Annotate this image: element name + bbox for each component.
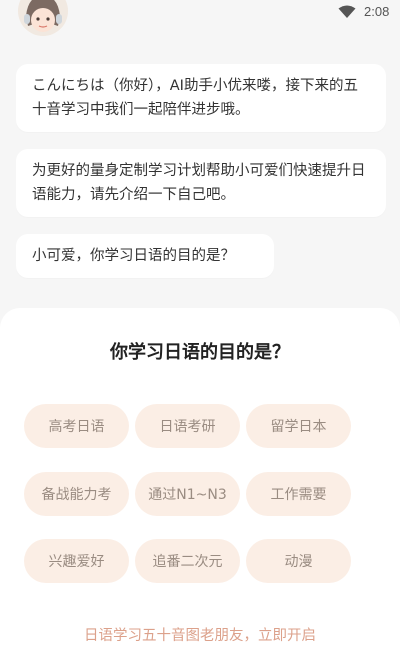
start-now-link[interactable]: 日语学习五十音图老朋友，立即开启 [0,624,400,645]
option-pass-n1-n3[interactable]: 通过N1~N3 [135,472,240,516]
option-anime[interactable]: 动漫 [246,539,351,583]
chat-message: 为更好的量身定制学习计划帮助小可爱们快速提升日语能力，请先介绍一下自己吧。 [16,149,386,217]
avatar-illustration-icon [18,0,68,36]
option-study-abroad[interactable]: 留学日本 [246,404,351,448]
option-gaokao[interactable]: 高考日语 [24,404,129,448]
chat-message: 小可爱，你学习日语的目的是？ [16,234,274,278]
assistant-avatar [18,0,68,36]
status-bar: 2:08 [0,0,400,36]
option-hobby[interactable]: 兴趣爱好 [24,539,129,583]
chat-message: こんにちは（你好），AI助手小优来喽，接下来的五十音学习中我们一起陪伴进步哦。 [16,64,386,132]
status-time: 2:08 [364,4,390,19]
sheet-title: 你学习日语的目的是？ [110,342,290,363]
wifi-icon [338,5,356,18]
option-kaoyan[interactable]: 日语考研 [135,404,240,448]
purpose-selection-sheet: 你学习日语的目的是？ 高考日语 日语考研 留学日本 备战能力考 通过N1~N3 … [0,308,400,660]
option-work[interactable]: 工作需要 [246,472,351,516]
option-jlpt-prep[interactable]: 备战能力考 [24,472,129,516]
option-anime-fan[interactable]: 追番二次元 [135,539,240,583]
